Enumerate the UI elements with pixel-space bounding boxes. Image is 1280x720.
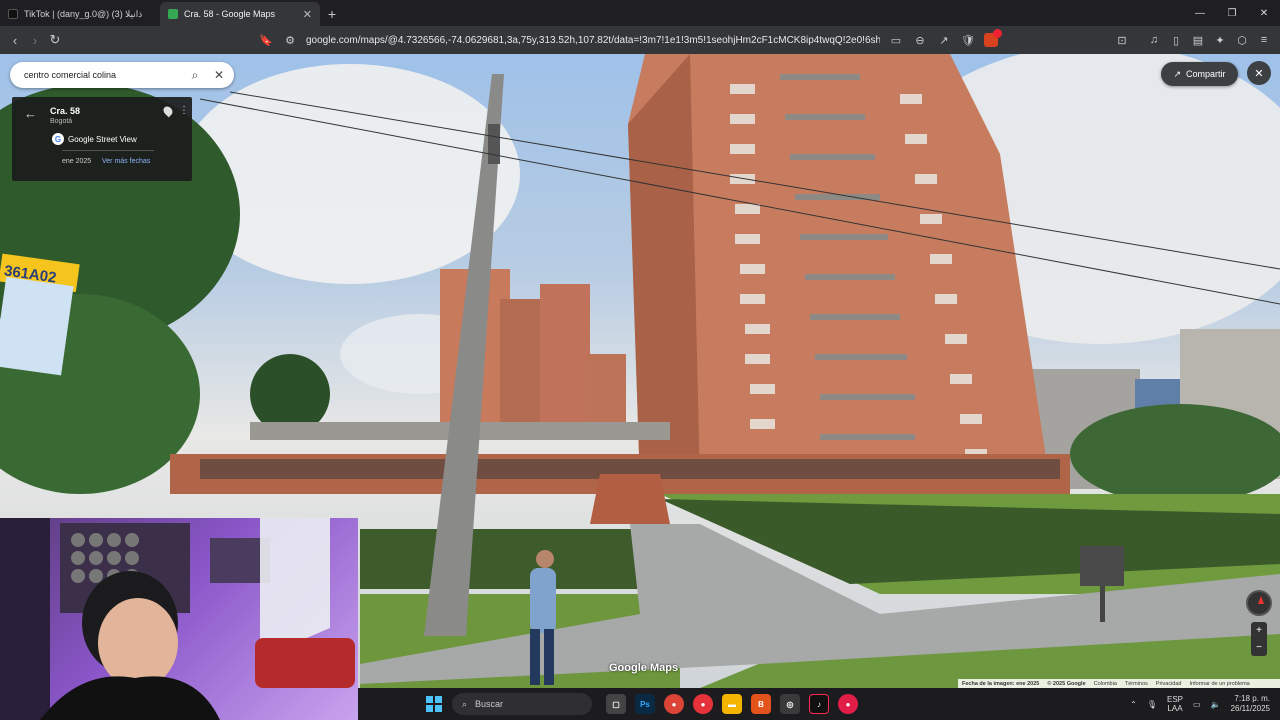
search-box: ⌕ ✕: [10, 62, 234, 88]
language-code: ESP: [1167, 695, 1184, 704]
obs-icon[interactable]: ◎: [780, 694, 800, 714]
clock[interactable]: 7:18 p. m. 26/11/2025: [1231, 694, 1270, 714]
notification-badge: [993, 29, 1002, 38]
brave-shield-icon[interactable]: 🛡: [960, 34, 976, 47]
location-subtitle: Bogotá: [50, 118, 73, 125]
clock-time: 7:18 p. m.: [1234, 694, 1270, 703]
maps-icon: [168, 9, 178, 19]
chrome-icon[interactable]: ●: [664, 694, 684, 714]
tray-chevron-icon[interactable]: ⌃: [1130, 700, 1137, 709]
share-label: Compartir: [1186, 69, 1226, 79]
back-arrow-icon[interactable]: ←: [24, 106, 37, 121]
taskbar-search-placeholder: Buscar: [475, 699, 504, 709]
taskbar-search[interactable]: ⌕ Buscar: [452, 693, 592, 715]
clock-date: 26/11/2025: [1230, 704, 1270, 713]
music-icon[interactable]: ♫: [1146, 34, 1162, 46]
privacy-link[interactable]: Privacidad: [1156, 681, 1182, 687]
record-icon[interactable]: ●: [693, 694, 713, 714]
brave-rewards-icon[interactable]: [984, 29, 1002, 47]
copyright: © 2025 Google: [1047, 681, 1086, 687]
clear-search-icon[interactable]: ✕: [212, 68, 226, 82]
windows-taskbar: ⌕ Buscar ▢ Ps ● ● ▬ B ◎ ♪ ● ⌃ 🎙 ESP LAA …: [358, 688, 1280, 720]
zoom-in-button[interactable]: +: [1256, 625, 1262, 636]
search-icon: ⌕: [462, 698, 468, 709]
menu-icon[interactable]: ≡: [1256, 34, 1272, 46]
system-tray: ⌃ 🎙 ESP LAA ▭ 🔈 7:18 p. m. 26/11/2025: [1130, 688, 1270, 720]
terms-link[interactable]: Términos: [1125, 681, 1148, 687]
zoom-controls: + −: [1251, 622, 1267, 656]
share-button[interactable]: ↗ Compartir: [1161, 62, 1238, 86]
wallet-icon[interactable]: ▤: [1190, 34, 1206, 47]
forward-button[interactable]: ›: [25, 33, 45, 48]
minimize-button[interactable]: —: [1184, 0, 1216, 26]
url-text[interactable]: google.com/maps/@4.7326566,-74.0629681,3…: [306, 35, 880, 46]
vpn-icon[interactable]: ⬡: [1234, 34, 1250, 47]
bookmark-icon[interactable]: 🔖: [258, 34, 274, 47]
leo-ai-icon[interactable]: ✦: [1212, 34, 1228, 47]
network-icon[interactable]: ▭: [1193, 700, 1201, 709]
close-street-view-button[interactable]: ✕: [1247, 61, 1271, 85]
address-bar: ‹ › ↻ 🔖 ⚙ google.com/maps/@4.7326566,-74…: [0, 26, 1280, 54]
folder-icon[interactable]: ▬: [722, 694, 742, 714]
google-logo-icon: G: [52, 133, 64, 145]
search-icon[interactable]: ⌕: [188, 68, 202, 83]
tab-label: TikTok | (dany_g.0@) ذانيلا (3): [24, 8, 143, 19]
tiktok-icon[interactable]: ♪: [809, 694, 829, 714]
app-icon[interactable]: ●: [838, 694, 858, 714]
more-options-icon[interactable]: ⋮: [179, 105, 189, 116]
report-problem-link[interactable]: Informar de un problema: [1189, 681, 1249, 687]
screenshot-icon[interactable]: ⊡: [1114, 34, 1130, 47]
location-card: ← Cra. 58 Bogotá ⋮ G Google Street View …: [12, 97, 192, 181]
share-icon: ↗: [1173, 68, 1182, 79]
tab-label: Cra. 58 - Google Maps: [184, 9, 276, 19]
source-label: Google Street View: [68, 134, 137, 144]
file-explorer-icon[interactable]: ▢: [606, 694, 626, 714]
zoom-icon[interactable]: ⊖: [912, 34, 928, 47]
zoom-out-button[interactable]: −: [1256, 642, 1262, 653]
search-input[interactable]: [24, 70, 178, 80]
more-dates-link[interactable]: Ver más fechas: [102, 158, 150, 165]
country-link[interactable]: Colombia: [1094, 681, 1117, 687]
keyboard-layout: LAA: [1167, 704, 1183, 713]
url-box[interactable]: 🔖 ⚙ google.com/maps/@4.7326566,-74.06296…: [258, 29, 1002, 51]
back-button[interactable]: ‹: [5, 33, 25, 48]
imagery-date: ene 2025: [62, 158, 92, 165]
tab-bar: TikTok | (dany_g.0@) ذانيلا (3) Cra. 58 …: [0, 0, 1280, 26]
webcam-image: [0, 518, 355, 720]
site-info-icon[interactable]: ⚙: [282, 34, 298, 47]
google-maps-watermark: Google Maps: [609, 662, 679, 674]
taskbar-apps: ▢ Ps ● ● ▬ B ◎ ♪ ●: [606, 694, 858, 714]
microphone-icon[interactable]: 🎙: [1147, 700, 1157, 709]
brave-icon[interactable]: B: [751, 694, 771, 714]
compass-icon[interactable]: [1246, 590, 1272, 616]
tab-tiktok[interactable]: TikTok | (dany_g.0@) ذانيلا (3): [0, 2, 160, 26]
map-pin-icon[interactable]: [161, 104, 175, 118]
street-view-source: G Google Street View: [52, 133, 137, 145]
window-controls: — ❐ ✕: [1184, 0, 1280, 26]
imagery-date-credit: Fecha de la imagen: ene 2025: [962, 681, 1040, 687]
close-window-button[interactable]: ✕: [1248, 0, 1280, 26]
reload-button[interactable]: ↻: [45, 32, 65, 48]
windows-start-icon[interactable]: [426, 696, 442, 712]
maximize-button[interactable]: ❐: [1216, 0, 1248, 26]
divider: [62, 150, 154, 151]
webcam-overlay: [0, 518, 358, 720]
close-tab-icon[interactable]: ✕: [303, 8, 312, 21]
language-indicator[interactable]: ESP LAA: [1167, 695, 1183, 713]
extensions: ⊡ ♫ ▯ ▤ ✦ ⬡ ≡: [1114, 26, 1272, 54]
new-tab-button[interactable]: +: [320, 2, 344, 26]
volume-icon[interactable]: 🔈: [1211, 700, 1221, 709]
tiktok-icon: [8, 9, 18, 19]
photoshop-icon[interactable]: Ps: [635, 694, 655, 714]
install-icon[interactable]: ▭: [888, 34, 904, 47]
tab-google-maps[interactable]: Cra. 58 - Google Maps ✕: [160, 2, 320, 26]
location-title: Cra. 58: [50, 106, 81, 116]
share-page-icon[interactable]: ↗: [936, 34, 952, 47]
sidebar-icon[interactable]: ▯: [1168, 34, 1184, 47]
